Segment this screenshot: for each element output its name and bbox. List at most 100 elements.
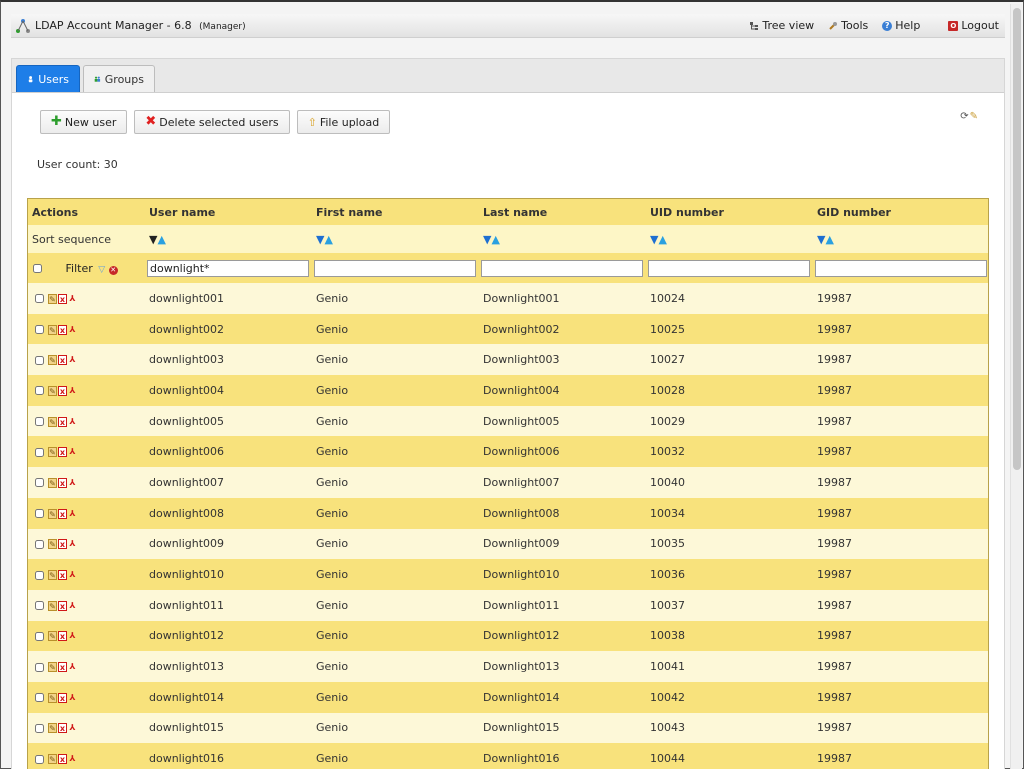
pdf-icon[interactable]: ⅄	[68, 693, 77, 703]
row-checkbox[interactable]	[35, 723, 44, 733]
edit-icon[interactable]: ✎	[48, 447, 57, 458]
row-checkbox[interactable]	[35, 662, 44, 672]
edit-icon[interactable]: ✎	[48, 662, 57, 673]
row-checkbox[interactable]	[35, 509, 44, 519]
row-checkbox[interactable]	[35, 325, 44, 335]
tree-view-link[interactable]: Tree view	[749, 19, 814, 32]
edit-icon[interactable]: ✎	[48, 754, 57, 765]
help-link[interactable]: ? Help	[882, 19, 920, 32]
filter-last-name-input[interactable]	[481, 259, 643, 277]
row-checkbox[interactable]	[35, 570, 44, 580]
delete-icon[interactable]: x	[58, 447, 67, 458]
sort-asc-icon[interactable]: ▲	[825, 234, 833, 245]
sort-asc-icon[interactable]: ▲	[324, 234, 332, 245]
row-checkbox[interactable]	[35, 417, 44, 427]
col-last-name[interactable]: Last name	[479, 199, 646, 225]
filter-uid-number-input[interactable]	[648, 259, 810, 277]
col-uid-number[interactable]: UID number	[646, 199, 813, 225]
pdf-icon[interactable]: ⅄	[68, 478, 77, 488]
sort-desc-icon[interactable]: ▼	[149, 234, 157, 245]
edit-icon[interactable]: ✎	[48, 723, 57, 734]
sort-asc-icon[interactable]: ▲	[658, 234, 666, 245]
edit-icon[interactable]: ✎	[48, 539, 57, 550]
pdf-icon[interactable]: ⅄	[68, 662, 77, 672]
edit-icon[interactable]: ✎	[48, 293, 57, 304]
sort-gid-number[interactable]: ▼ ▲	[813, 225, 988, 253]
row-checkbox[interactable]	[35, 601, 44, 611]
sort-desc-icon[interactable]: ▼	[817, 234, 825, 245]
pdf-icon[interactable]: ⅄	[68, 294, 77, 304]
edit-icon[interactable]: ✎	[48, 631, 57, 642]
sort-desc-icon[interactable]: ▼	[650, 234, 658, 245]
col-user-name[interactable]: User name	[145, 199, 312, 225]
pdf-icon[interactable]: ⅄	[68, 723, 77, 733]
edit-icon[interactable]: ✎	[48, 324, 57, 335]
sort-user-name[interactable]: ▼ ▲	[145, 225, 312, 253]
delete-icon[interactable]: x	[58, 385, 67, 396]
sort-asc-icon[interactable]: ▲	[157, 234, 165, 245]
filter-gid-number-input[interactable]	[815, 259, 987, 277]
filter-user-name-input[interactable]	[147, 259, 309, 277]
delete-icon[interactable]: x	[58, 355, 67, 366]
logout-link[interactable]: O Logout	[948, 19, 999, 32]
edit-icon[interactable]: ✎	[48, 570, 57, 581]
filter-clear-icon[interactable]: ✕	[108, 265, 118, 275]
edit-icon[interactable]: ✎	[48, 355, 57, 366]
edit-icon[interactable]: ✎	[48, 508, 57, 519]
refresh-icon[interactable]: ⟳	[960, 111, 968, 122]
tools-link[interactable]: Tools	[828, 19, 868, 32]
row-checkbox[interactable]	[35, 693, 44, 703]
row-checkbox[interactable]	[35, 386, 44, 396]
pdf-icon[interactable]: ⅄	[68, 447, 77, 457]
pdf-icon[interactable]: ⅄	[68, 601, 77, 611]
scrollbar-thumb[interactable]	[1013, 8, 1021, 470]
row-checkbox[interactable]	[35, 294, 44, 304]
row-checkbox[interactable]	[35, 478, 44, 488]
row-checkbox[interactable]	[35, 754, 44, 764]
edit-icon[interactable]: ✎	[48, 416, 57, 427]
delete-icon[interactable]: x	[58, 662, 67, 673]
pdf-icon[interactable]: ⅄	[68, 631, 77, 641]
delete-icon[interactable]: x	[58, 293, 67, 304]
new-user-button[interactable]: ✚ New user	[40, 110, 128, 134]
delete-icon[interactable]: x	[58, 416, 67, 427]
edit-icon[interactable]: ✎	[48, 692, 57, 703]
delete-selected-button[interactable]: ✖ Delete selected users	[134, 110, 290, 134]
sort-last-name[interactable]: ▼ ▲	[479, 225, 646, 253]
sort-desc-icon[interactable]: ▼	[316, 234, 324, 245]
sort-first-name[interactable]: ▼ ▲	[312, 225, 479, 253]
edit-icon[interactable]: ✎	[48, 385, 57, 396]
filter-funnel-icon[interactable]: ▽	[98, 265, 105, 275]
pdf-icon[interactable]: ⅄	[68, 509, 77, 519]
delete-icon[interactable]: x	[58, 539, 67, 550]
pdf-icon[interactable]: ⅄	[68, 325, 77, 335]
row-checkbox[interactable]	[35, 355, 44, 365]
delete-icon[interactable]: x	[58, 723, 67, 734]
edit-icon[interactable]: ✎	[48, 600, 57, 611]
delete-icon[interactable]: x	[58, 477, 67, 488]
file-upload-button[interactable]: ⇧ File upload	[296, 110, 391, 134]
filter-first-name-input[interactable]	[314, 259, 476, 277]
row-checkbox[interactable]	[35, 539, 44, 549]
delete-icon[interactable]: x	[58, 324, 67, 335]
delete-icon[interactable]: x	[58, 754, 67, 765]
list-settings[interactable]: ⟳ ✎	[960, 111, 978, 122]
sort-desc-icon[interactable]: ▼	[483, 234, 491, 245]
pdf-icon[interactable]: ⅄	[68, 355, 77, 365]
delete-icon[interactable]: x	[58, 631, 67, 642]
sort-asc-icon[interactable]: ▲	[491, 234, 499, 245]
pdf-icon[interactable]: ⅄	[68, 570, 77, 580]
wrench-icon[interactable]: ✎	[970, 111, 978, 122]
pdf-icon[interactable]: ⅄	[68, 754, 77, 764]
pdf-icon[interactable]: ⅄	[68, 539, 77, 549]
tab-groups[interactable]: Groups	[83, 65, 155, 92]
delete-icon[interactable]: x	[58, 600, 67, 611]
delete-icon[interactable]: x	[58, 692, 67, 703]
row-checkbox[interactable]	[35, 447, 44, 457]
tab-users[interactable]: Users	[16, 65, 80, 92]
col-gid-number[interactable]: GID number	[813, 199, 988, 225]
edit-icon[interactable]: ✎	[48, 477, 57, 488]
delete-icon[interactable]: x	[58, 570, 67, 581]
col-first-name[interactable]: First name	[312, 199, 479, 225]
page-scrollbar[interactable]	[1010, 4, 1022, 769]
